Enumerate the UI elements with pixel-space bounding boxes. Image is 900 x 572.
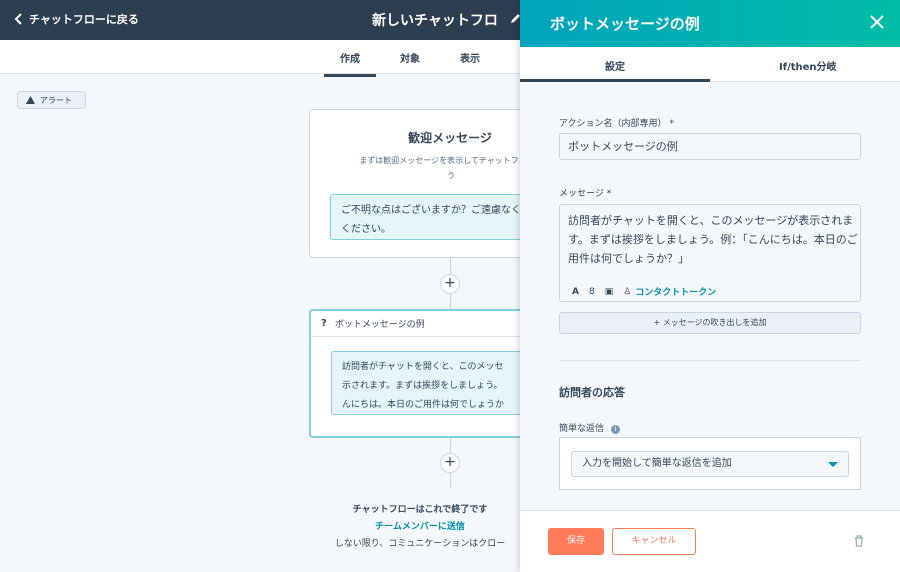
text-format-icon[interactable]: A (572, 287, 579, 297)
tab-display[interactable]: 表示 (460, 50, 480, 65)
video-icon[interactable]: ▣ (605, 287, 614, 297)
tab-build[interactable]: 作成 (324, 50, 376, 77)
panel-tabs: 設定 If/then分岐 (520, 47, 900, 82)
panel-header: ボットメッセージの例 (520, 0, 900, 47)
caret-down-icon (828, 462, 838, 467)
chevron-left-icon (14, 13, 22, 25)
alert-label: アラート (40, 95, 72, 105)
cancel-button[interactable]: キャンセル (612, 528, 696, 555)
link-icon[interactable]: 8 (589, 287, 595, 297)
panel-footer: 保存 キャンセル (520, 510, 900, 572)
tab-settings[interactable]: 設定 (605, 58, 625, 73)
save-button[interactable]: 保存 (548, 528, 604, 555)
add-bubble-button[interactable]: + メッセージの吹き出しを追加 (559, 312, 861, 334)
message-textarea[interactable]: 訪問者がチャットを開くと、このメッセージが表示されます。まずは挨拶をしましょう。… (559, 204, 861, 302)
person-icon: ♙ (623, 286, 632, 297)
question-icon: ? (321, 318, 327, 329)
bot-card-title: ボットメッセージの例 (334, 320, 425, 330)
quick-reply-select[interactable]: 入力を開始して簡単な返信を追加 (571, 451, 849, 477)
bot-card-header: ? ボットメッセージの例 (311, 311, 551, 337)
panel-title: ボットメッセージの例 (550, 15, 700, 33)
message-toolbar: A 8 ▣ ♙ コンタクトトークン (572, 285, 716, 299)
send-team-member-link[interactable]: チームメンバーに送信 (300, 519, 540, 532)
info-icon[interactable]: i (610, 425, 620, 434)
message-text: 訪問者がチャットを開くと、このメッセージが表示されます。まずは挨拶をしましょう。… (568, 214, 858, 265)
action-name-label: アクション名（内部専用） * (559, 119, 674, 129)
end-text: チャットフローはこれで終了です (352, 505, 488, 515)
action-name-input[interactable]: ボットメッセージの例 (559, 133, 861, 160)
warning-icon (26, 96, 35, 104)
edit-panel: ボットメッセージの例 設定 If/then分岐 アクション名（内部専用） * ボ… (520, 0, 900, 572)
divider (559, 360, 861, 361)
visitor-response-heading: 訪問者の応答 (559, 386, 625, 399)
message-label: メッセージ * (559, 189, 612, 199)
back-link-label: チャットフローに戻る (29, 13, 139, 26)
end-subtext: しない限り、コミュニケーションはクロー (334, 539, 506, 549)
trash-icon[interactable] (854, 535, 864, 547)
alert-button[interactable]: アラート (17, 91, 86, 109)
back-link[interactable]: チャットフローに戻る (14, 11, 139, 27)
tab-target[interactable]: 対象 (400, 50, 420, 65)
add-step-button[interactable]: + (440, 274, 460, 294)
welcome-message-card[interactable]: 歓迎メッセージ まずは歓迎メッセージを表示してチャットフローをう ご不明な点はご… (309, 109, 570, 258)
quick-reply-box: 入力を開始して簡単な返信を追加 (559, 437, 861, 490)
tab-if-then[interactable]: If/then分岐 (779, 58, 837, 73)
contact-token-button[interactable]: コンタクトトークン (635, 285, 716, 298)
add-step-button[interactable]: + (440, 453, 460, 473)
bot-message-card[interactable]: ? ボットメッセージの例 訪問者がチャットを開くと、このメッセ 示されます。まずは… (309, 309, 571, 438)
quick-reply-label: 簡単な返信 i (559, 421, 620, 434)
close-icon[interactable] (870, 15, 884, 29)
flow-title: 新しいチャットフロ (372, 13, 498, 29)
